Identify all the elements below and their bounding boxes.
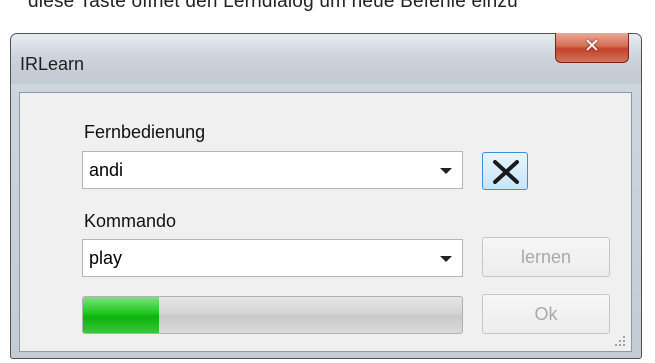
close-icon: ✕	[584, 35, 600, 57]
ok-button[interactable]: Ok	[482, 294, 610, 334]
progress-fill	[83, 297, 159, 333]
dialog-body: Fernbedienung andi Kommando play lernen …	[19, 92, 632, 352]
resize-grip-icon[interactable]	[611, 332, 625, 346]
command-label: Kommando	[84, 211, 177, 231]
background-text: diese Taste öffnet den Lerndialog um neu…	[28, 0, 518, 12]
command-value: play	[89, 248, 123, 268]
learn-progress-bar	[82, 296, 463, 334]
learn-button[interactable]: lernen	[482, 237, 610, 277]
title-bar[interactable]: IRLearn ✕	[11, 33, 641, 84]
remote-dropdown[interactable]: andi	[82, 151, 463, 189]
close-button[interactable]: ✕	[555, 33, 629, 63]
delete-remote-button[interactable]	[482, 152, 528, 190]
window-title: IRLearn	[20, 54, 85, 74]
command-dropdown[interactable]: play	[82, 239, 463, 277]
chevron-down-icon	[440, 256, 452, 262]
x-icon	[493, 160, 519, 184]
remote-label: Fernbedienung	[84, 122, 206, 142]
chevron-down-icon	[440, 168, 452, 174]
remote-value: andi	[89, 160, 124, 180]
irlearn-window: IRLearn ✕ Fernbedienung andi Kommando pl…	[10, 33, 642, 359]
